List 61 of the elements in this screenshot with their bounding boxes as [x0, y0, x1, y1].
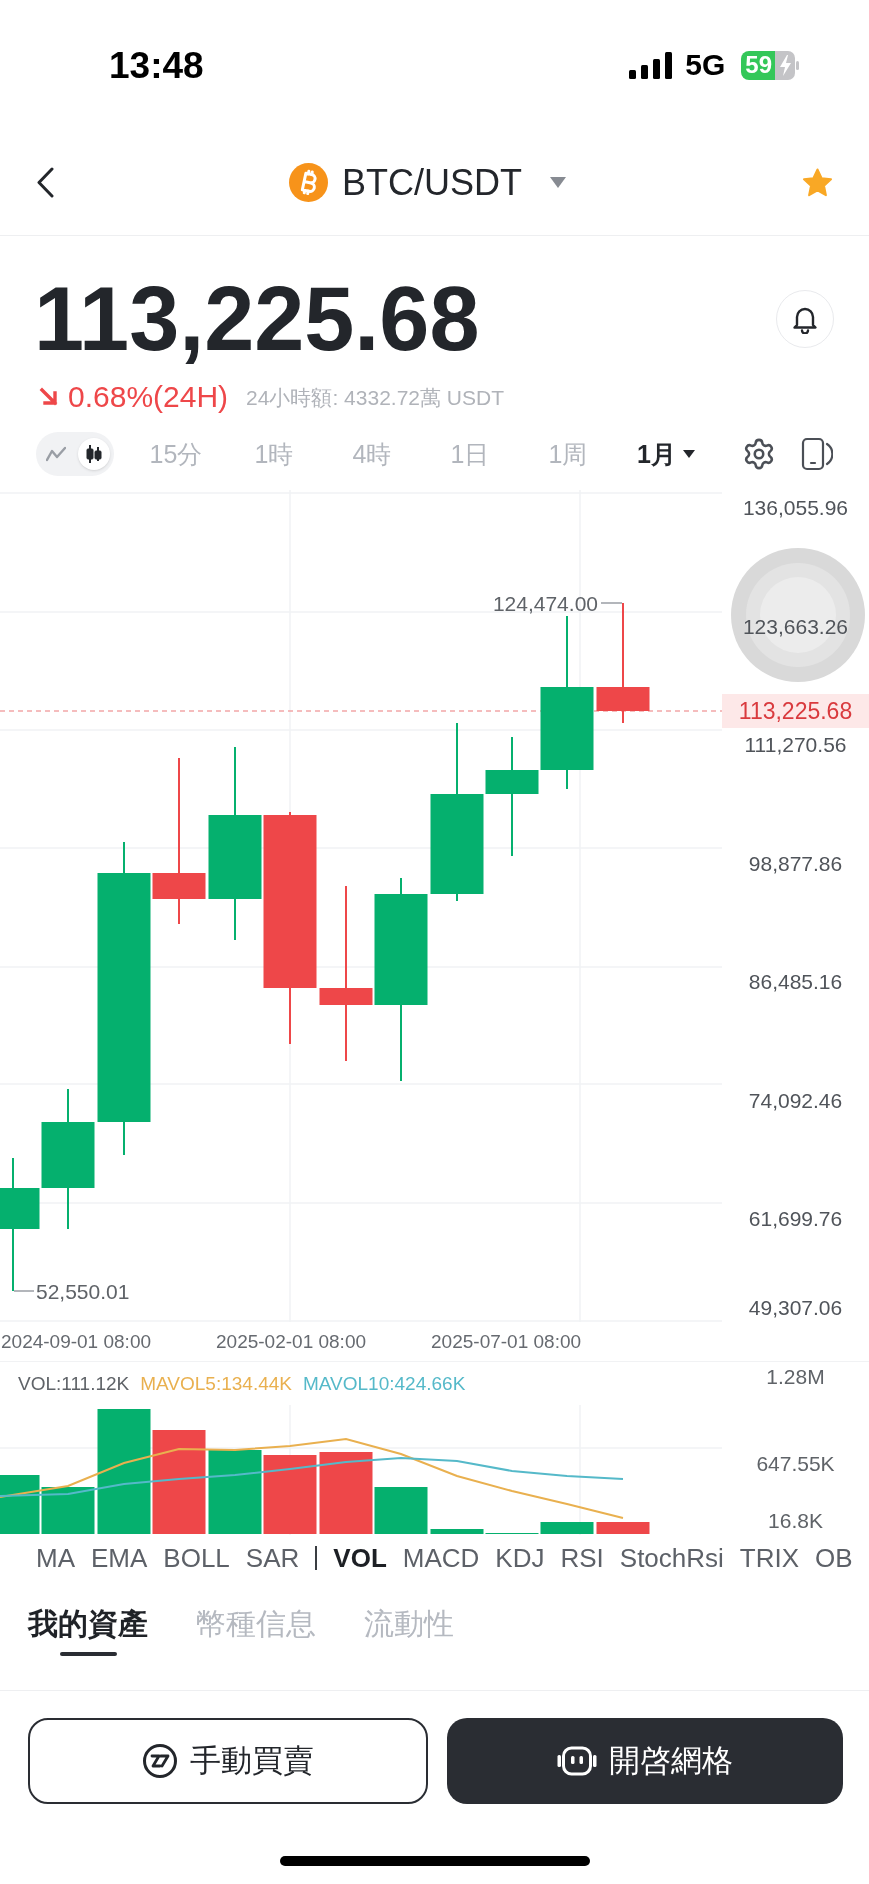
volume-axis-label: 647.55K	[755, 1453, 836, 1475]
low-price-label: 52,550.01	[36, 1279, 130, 1303]
indicator-tab[interactable]: MACD	[402, 1544, 480, 1571]
indicator-tab[interactable]: StochRsi	[619, 1544, 724, 1571]
volume-bar	[596, 1522, 650, 1534]
indicator-tab[interactable]: OB	[815, 1544, 853, 1571]
action-button[interactable]: 開啓網格	[447, 1718, 843, 1804]
price-axis-label: 86,485.16	[747, 971, 844, 993]
high-price-label: 124,474.00	[492, 591, 598, 615]
price-axis-label: 74,092.46	[747, 1089, 844, 1112]
signal-icon	[629, 51, 674, 79]
volume-axis-label: 16.8K	[767, 1510, 824, 1532]
legend-label: MAVOL10:424.66K	[303, 1374, 466, 1393]
date-axis-label: 2025-07-01 08:00	[431, 1332, 582, 1351]
price-axis-label: 111,270.56	[743, 734, 848, 756]
candlestick-icon	[84, 444, 104, 464]
volume-bar	[0, 1475, 40, 1534]
pair-selector[interactable]: BTC/USDT	[289, 163, 567, 202]
daily-volume: 24小時額: 4332.72萬 USDT	[246, 386, 504, 408]
action-button[interactable]: 手動買賣	[28, 1718, 428, 1804]
coin-icon	[289, 163, 328, 202]
network-type: 5G	[685, 50, 726, 80]
circle-zigzag-icon	[142, 1743, 178, 1779]
indicator-tab[interactable]: BOLL	[163, 1544, 230, 1571]
indicator-tab[interactable]: RSI	[560, 1544, 604, 1571]
line-chart-icon	[46, 446, 66, 462]
date-axis-label: 2025-02-01 08:00	[216, 1332, 367, 1351]
legend-label: VOL:111.12K	[18, 1374, 130, 1393]
robot-icon	[557, 1746, 597, 1776]
price-change: 0.68%(24H)	[68, 382, 229, 412]
indicator-tab[interactable]: VOL	[333, 1544, 387, 1571]
indicator-tab[interactable]: TRIX	[739, 1544, 800, 1571]
settings-icon[interactable]	[742, 437, 776, 471]
legend-label: MAVOL5:134.44K	[140, 1374, 292, 1393]
star-icon[interactable]	[802, 167, 833, 198]
status-time: 13:48	[109, 46, 204, 84]
last-price: 113,225.68	[34, 274, 480, 364]
caret-down-icon	[549, 176, 567, 189]
price-axis-label: 98,877.86	[747, 852, 844, 875]
leader-line	[13, 1290, 35, 1292]
date-axis-label: 2024-09-01 08:00	[1, 1332, 151, 1351]
volume-axis-label: 1.28M	[765, 1366, 826, 1388]
price-axis-label: 123,663.26	[741, 615, 850, 638]
charging-battery-icon	[775, 50, 799, 80]
interval-tab[interactable]: 1月	[637, 441, 695, 467]
last-price-tag: 113,225.68	[722, 694, 869, 728]
volume-bar	[41, 1487, 95, 1534]
price-axis-label: 136,055.96	[741, 497, 850, 519]
price-axis-label: 61,699.76	[747, 1208, 844, 1230]
price-axis-label: 49,307.06	[747, 1297, 844, 1319]
indicator-tab[interactable]: MA	[36, 1544, 75, 1571]
indicator-tab[interactable]: KDJ	[495, 1544, 545, 1571]
phone-rotate-icon[interactable]	[801, 437, 833, 471]
section-tab[interactable]: 我的資產	[28, 1606, 148, 1656]
indicator-tab[interactable]: SAR	[245, 1544, 300, 1571]
indicator-tab[interactable]: EMA	[91, 1544, 148, 1571]
back-icon[interactable]	[36, 167, 54, 198]
leader-line	[600, 602, 623, 604]
caret-down-icon	[682, 450, 695, 458]
battery-percentage: 59	[741, 50, 775, 80]
chart-type-tab[interactable]	[78, 438, 110, 470]
